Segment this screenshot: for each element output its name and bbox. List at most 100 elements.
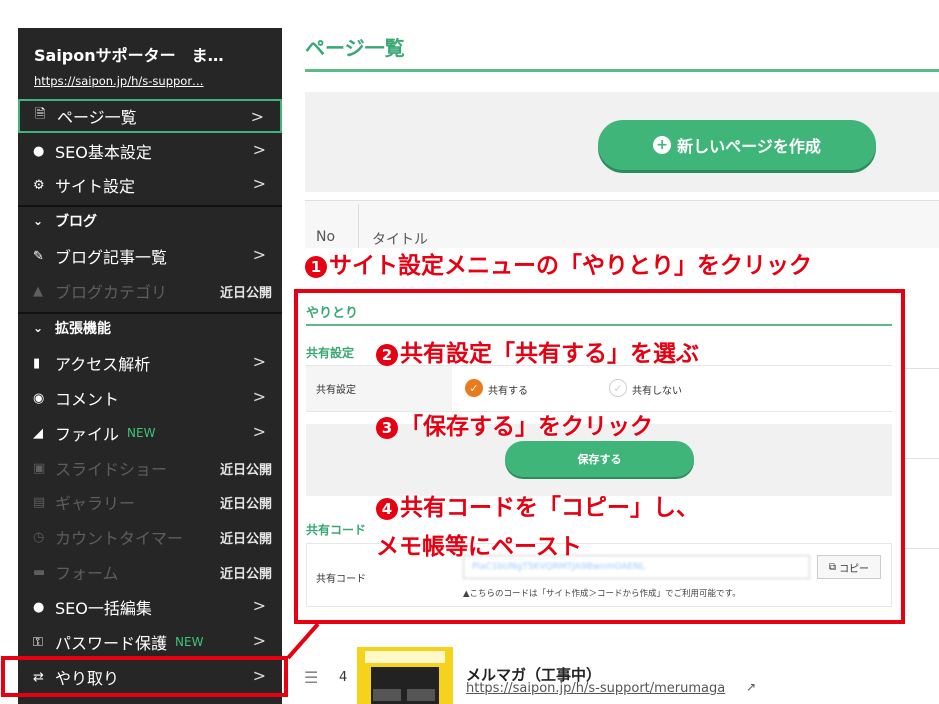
annotation-highlight-sidebar-item	[1, 656, 288, 697]
annotation-connector-line	[286, 622, 320, 660]
annotation-step-1: 1 サイト設定メニューの「やりとり」をクリック	[305, 246, 812, 280]
sidebar-item-seo-bulk[interactable]: ● SEO一括編集 >	[18, 590, 282, 624]
column-divider	[358, 204, 359, 248]
sitemap-icon: ▲	[33, 283, 43, 299]
chevron-down-icon: ⌄	[33, 214, 44, 228]
chevron-right-icon: >	[252, 352, 266, 371]
sidebar-item-label: スライドショー	[55, 460, 168, 479]
annotation-text: メモ帳等にペースト	[376, 534, 582, 560]
key-icon: ⚿	[33, 634, 43, 650]
globe-icon: ●	[33, 599, 45, 615]
sidebar-item-label: カウントタイマー	[55, 529, 184, 548]
page-thumbnail[interactable]	[357, 647, 453, 704]
sidebar-item-label: SEO基本設定	[55, 143, 152, 162]
sidebar-item-label: ファイル	[55, 425, 120, 444]
coming-soon-badge: 近日公開	[219, 463, 272, 478]
sidebar-item-label: ブログカテゴリ	[55, 283, 168, 302]
folder-icon: ◢	[33, 425, 43, 441]
sidebar-item-password[interactable]: ⚿ パスワード保護 NEW >	[18, 625, 282, 659]
annotation-text: 共有設定「共有する」を選ぶ	[400, 341, 699, 367]
sidebar-item-label: ギャラリー	[55, 494, 136, 513]
site-title: Saiponサポーター ま…	[34, 46, 224, 65]
annotation-step-4: 4 共有コードを「コピー」し、	[376, 488, 699, 522]
chevron-right-icon: >	[252, 245, 266, 264]
new-badge: NEW	[175, 635, 204, 649]
annotation-step-3: 3 「保存する」をクリック	[376, 407, 653, 441]
site-header: Saiponサポーター ま… https://saipon.jp/h/s-sup…	[18, 28, 282, 99]
sidebar-item-label: ページ一覧	[57, 108, 137, 127]
page-title: ページ一覧	[305, 36, 405, 60]
table-row-divider	[905, 458, 939, 459]
new-page-button-label: 新しいページを作成	[677, 137, 821, 156]
clock-icon: ◷	[33, 529, 45, 545]
sidebar-item-label: SEO一括編集	[55, 599, 152, 618]
film-icon: ▣	[33, 460, 46, 476]
drag-handle-icon[interactable]: ☰	[304, 668, 318, 687]
sidebar-item-slideshow: ▣ スライドショー 近日公開	[18, 451, 282, 485]
sidebar-section-extensions[interactable]: ⌄ 拡張機能	[18, 312, 282, 342]
sidebar-section-label: 拡張機能	[55, 321, 111, 337]
row-number: 4	[339, 670, 348, 685]
chevron-right-icon: >	[252, 596, 266, 615]
coming-soon-badge: 近日公開	[219, 532, 272, 547]
sidebar: Saiponサポーター ま… https://saipon.jp/h/s-sup…	[18, 28, 282, 704]
sidebar-item-label: コメント	[55, 390, 120, 409]
chevron-right-icon: >	[252, 631, 266, 650]
edit-icon: ✎	[33, 248, 44, 264]
table-row-divider	[905, 368, 939, 369]
bar-chart-icon: ▮	[33, 355, 41, 371]
row-url-link[interactable]: https://saipon.jp/h/s-support/merumaga	[466, 681, 725, 696]
sidebar-item-label: アクセス解析	[55, 355, 151, 374]
image-icon: ▤	[33, 494, 46, 510]
sidebar-item-label: パスワード保護	[55, 634, 168, 653]
form-icon: ▬	[33, 564, 46, 580]
sidebar-item-seo-basic[interactable]: ● SEO基本設定 >	[18, 134, 282, 168]
column-header-no: No	[316, 229, 336, 245]
chevron-right-icon: >	[252, 422, 266, 441]
plus-circle-icon: +	[653, 136, 672, 154]
step-number-badge: 2	[376, 343, 398, 366]
coming-soon-badge: 近日公開	[219, 567, 272, 582]
coming-soon-badge: 近日公開	[219, 497, 272, 512]
annotation-text: 「保存する」をクリック	[400, 414, 653, 440]
sidebar-item-site-settings[interactable]: ⚙ サイト設定 >	[18, 168, 282, 202]
sidebar-item-gallery: ▤ ギャラリー 近日公開	[18, 485, 282, 519]
sidebar-item-blog-category: ▲ ブログカテゴリ 近日公開	[18, 274, 282, 308]
sidebar-section-label: ブログ	[55, 214, 97, 230]
sidebar-item-label: サイト設定	[55, 177, 136, 196]
sidebar-item-comments[interactable]: ◉ コメント >	[18, 381, 282, 415]
sidebar-item-analytics[interactable]: ▮ アクセス解析 >	[18, 346, 282, 380]
sidebar-item-form: ▬ フォーム 近日公開	[18, 555, 282, 589]
annotation-text: サイト設定メニューの「やりとり」をクリック	[329, 253, 812, 279]
new-badge: NEW	[127, 426, 156, 440]
sidebar-item-page-list[interactable]: 🗎 ページ一覧 >	[18, 99, 282, 133]
table-row-divider	[905, 548, 939, 549]
sidebar-item-files[interactable]: ◢ ファイル NEW >	[18, 416, 282, 450]
site-url-link[interactable]: https://saipon.jp/h/s-suppor…	[34, 74, 268, 88]
step-number-badge: 4	[376, 497, 398, 520]
external-link-icon[interactable]: ↗	[746, 680, 756, 694]
annotation-step-4-line-2: メモ帳等にペースト	[376, 527, 582, 561]
thumbnail-block	[407, 689, 435, 701]
sidebar-item-label: ブログ記事一覧	[55, 248, 168, 267]
sidebar-item-label: フォーム	[55, 564, 119, 583]
thumbnail-block	[373, 689, 401, 701]
globe-icon: ●	[33, 143, 45, 159]
chevron-right-icon: >	[252, 140, 266, 159]
annotation-step-2: 2 共有設定「共有する」を選ぶ	[376, 334, 699, 368]
new-page-button[interactable]: + 新しいページを作成	[598, 120, 876, 170]
sidebar-item-countdown: ◷ カウントタイマー 近日公開	[18, 520, 282, 554]
title-divider	[305, 69, 939, 72]
comment-icon: ◉	[33, 390, 45, 406]
sidebar-section-blog[interactable]: ⌄ ブログ	[18, 205, 282, 235]
step-number-badge: 3	[376, 416, 398, 439]
chevron-right-icon: >	[252, 387, 266, 406]
sidebar-item-blog-posts[interactable]: ✎ ブログ記事一覧 >	[18, 239, 282, 273]
document-icon: 🗎	[35, 107, 46, 122]
chevron-down-icon: ⌄	[33, 321, 44, 335]
coming-soon-badge: 近日公開	[219, 286, 272, 301]
step-number-badge: 1	[305, 255, 327, 278]
annotation-text: 共有コードを「コピー」し、	[400, 495, 699, 521]
gear-icon: ⚙	[33, 177, 45, 193]
chevron-right-icon: >	[250, 107, 264, 126]
